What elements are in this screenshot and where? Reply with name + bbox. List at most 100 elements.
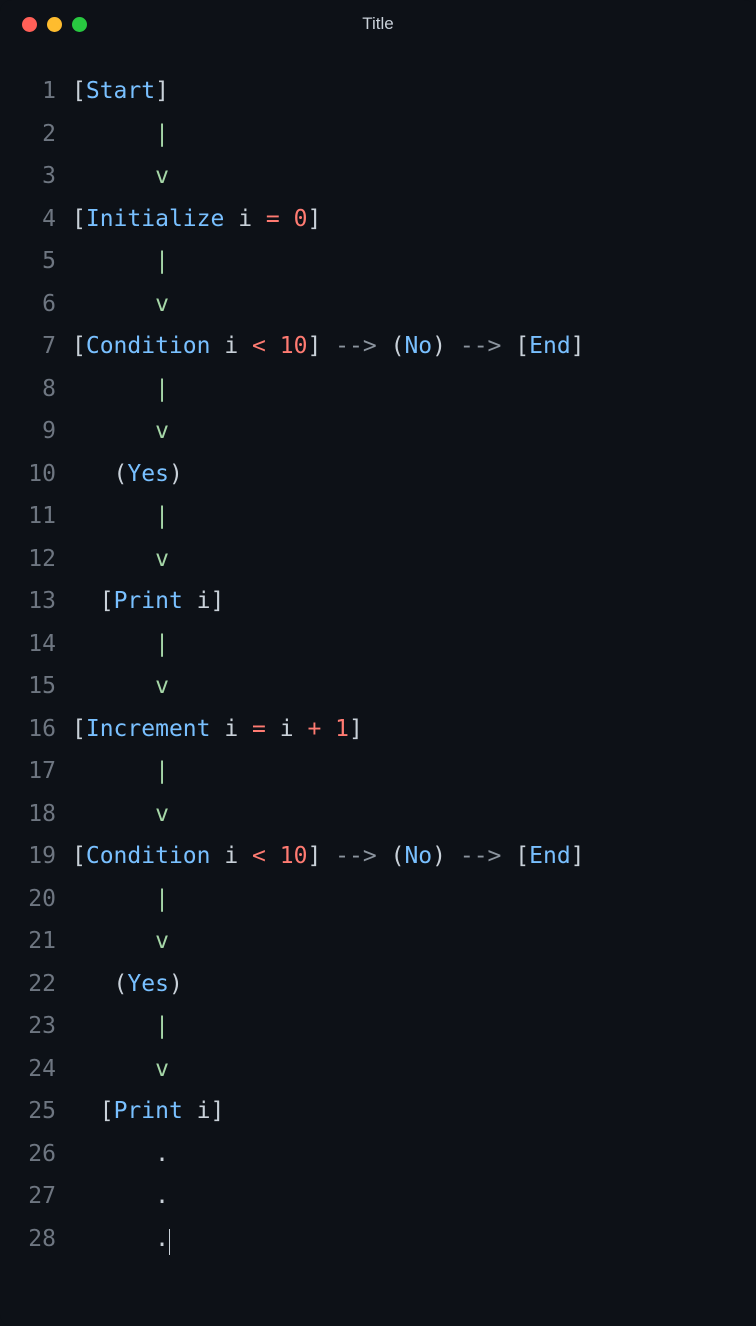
code-line[interactable]: 5 | — [0, 248, 756, 291]
line-number: 25 — [0, 1098, 72, 1124]
token-bracket: [ — [72, 716, 86, 742]
code-content[interactable]: | — [72, 886, 169, 912]
code-content[interactable]: [Start] — [72, 78, 169, 104]
code-line[interactable]: 9 v — [0, 418, 756, 461]
line-number: 17 — [0, 758, 72, 784]
token-paren: ( — [114, 971, 128, 997]
code-line[interactable]: 27 . — [0, 1183, 756, 1226]
token-ident — [501, 333, 515, 359]
code-line[interactable]: 11 | — [0, 503, 756, 546]
token-ident — [72, 546, 155, 572]
line-number: 21 — [0, 928, 72, 954]
token-num: 10 — [280, 333, 308, 359]
line-number: 15 — [0, 673, 72, 699]
token-keyword: Yes — [127, 461, 169, 487]
code-line[interactable]: 3 v — [0, 163, 756, 206]
code-line[interactable]: 10 (Yes) — [0, 461, 756, 504]
maximize-button[interactable] — [72, 17, 87, 32]
code-content[interactable]: | — [72, 758, 169, 784]
code-content[interactable]: [Print i] — [72, 588, 224, 614]
code-line[interactable]: 6 v — [0, 291, 756, 334]
token-ident — [72, 928, 155, 954]
token-ident — [72, 248, 155, 274]
code-line[interactable]: 13 [Print i] — [0, 588, 756, 631]
token-ident — [321, 333, 335, 359]
line-number: 5 — [0, 248, 72, 274]
code-line[interactable]: 28 . — [0, 1226, 756, 1269]
token-paren: ) — [169, 971, 183, 997]
token-pipe: v — [155, 418, 169, 444]
code-content[interactable]: v — [72, 801, 169, 827]
code-line[interactable]: 16[Increment i = i + 1] — [0, 716, 756, 759]
code-line[interactable]: 17 | — [0, 758, 756, 801]
code-content[interactable]: v — [72, 928, 169, 954]
code-line[interactable]: 14 | — [0, 631, 756, 674]
token-ident — [72, 1013, 155, 1039]
token-ident — [446, 843, 460, 869]
code-line[interactable]: 7[Condition i < 10] --> (No) --> [End] — [0, 333, 756, 376]
code-content[interactable]: v — [72, 1056, 169, 1082]
code-content[interactable]: | — [72, 503, 169, 529]
code-content[interactable]: [Condition i < 10] --> (No) --> [End] — [72, 843, 585, 869]
titlebar[interactable]: Title — [0, 0, 756, 48]
line-number: 27 — [0, 1183, 72, 1209]
line-number: 18 — [0, 801, 72, 827]
minimize-button[interactable] — [47, 17, 62, 32]
line-number: 20 — [0, 886, 72, 912]
token-keyword: Print — [114, 588, 183, 614]
code-content[interactable]: (Yes) — [72, 461, 183, 487]
token-bracket: ] — [307, 333, 321, 359]
code-content[interactable]: v — [72, 418, 169, 444]
token-ident — [280, 206, 294, 232]
token-keyword: No — [404, 843, 432, 869]
code-line[interactable]: 26 . — [0, 1141, 756, 1184]
code-line[interactable]: 2 | — [0, 121, 756, 164]
code-line[interactable]: 25 [Print i] — [0, 1098, 756, 1141]
code-content[interactable]: v — [72, 546, 169, 572]
code-line[interactable]: 12 v — [0, 546, 756, 589]
code-content[interactable]: [Initialize i = 0] — [72, 206, 321, 232]
token-ident: i — [224, 206, 266, 232]
code-line[interactable]: 19[Condition i < 10] --> (No) --> [End] — [0, 843, 756, 886]
code-content[interactable]: [Print i] — [72, 1098, 224, 1124]
token-op: = — [252, 716, 266, 742]
token-pipe: v — [155, 163, 169, 189]
code-content[interactable]: v — [72, 673, 169, 699]
code-line[interactable]: 22 (Yes) — [0, 971, 756, 1014]
code-content[interactable]: | — [72, 248, 169, 274]
traffic-lights — [22, 17, 87, 32]
code-line[interactable]: 8 | — [0, 376, 756, 419]
code-content[interactable]: | — [72, 631, 169, 657]
code-line[interactable]: 4[Initialize i = 0] — [0, 206, 756, 249]
code-editor[interactable]: 1[Start]2 |3 v4[Initialize i = 0]5 |6 v7… — [0, 48, 756, 1268]
code-line[interactable]: 20 | — [0, 886, 756, 929]
code-line[interactable]: 18 v — [0, 801, 756, 844]
code-line[interactable]: 24 v — [0, 1056, 756, 1099]
code-content[interactable]: . — [72, 1226, 170, 1252]
code-content[interactable]: v — [72, 163, 169, 189]
token-arrow: --> — [460, 333, 502, 359]
code-content[interactable]: | — [72, 121, 169, 147]
code-content[interactable]: v — [72, 291, 169, 317]
code-line[interactable]: 21 v — [0, 928, 756, 971]
token-ident — [72, 971, 114, 997]
token-ident: i — [183, 1098, 211, 1124]
code-content[interactable]: [Increment i = i + 1] — [72, 716, 363, 742]
code-line[interactable]: 23 | — [0, 1013, 756, 1056]
code-line[interactable]: 1[Start] — [0, 78, 756, 121]
code-content[interactable]: . — [72, 1141, 169, 1167]
window-title: Title — [20, 14, 736, 34]
code-content[interactable]: | — [72, 376, 169, 402]
code-line[interactable]: 15 v — [0, 673, 756, 716]
code-content[interactable]: . — [72, 1183, 169, 1209]
token-bracket: ] — [349, 716, 363, 742]
token-pipe: | — [155, 248, 169, 274]
line-number: 6 — [0, 291, 72, 317]
token-ident — [377, 333, 391, 359]
code-content[interactable]: [Condition i < 10] --> (No) --> [End] — [72, 333, 585, 359]
token-bracket: ] — [307, 206, 321, 232]
token-pipe: v — [155, 928, 169, 954]
code-content[interactable]: (Yes) — [72, 971, 183, 997]
close-button[interactable] — [22, 17, 37, 32]
code-content[interactable]: | — [72, 1013, 169, 1039]
